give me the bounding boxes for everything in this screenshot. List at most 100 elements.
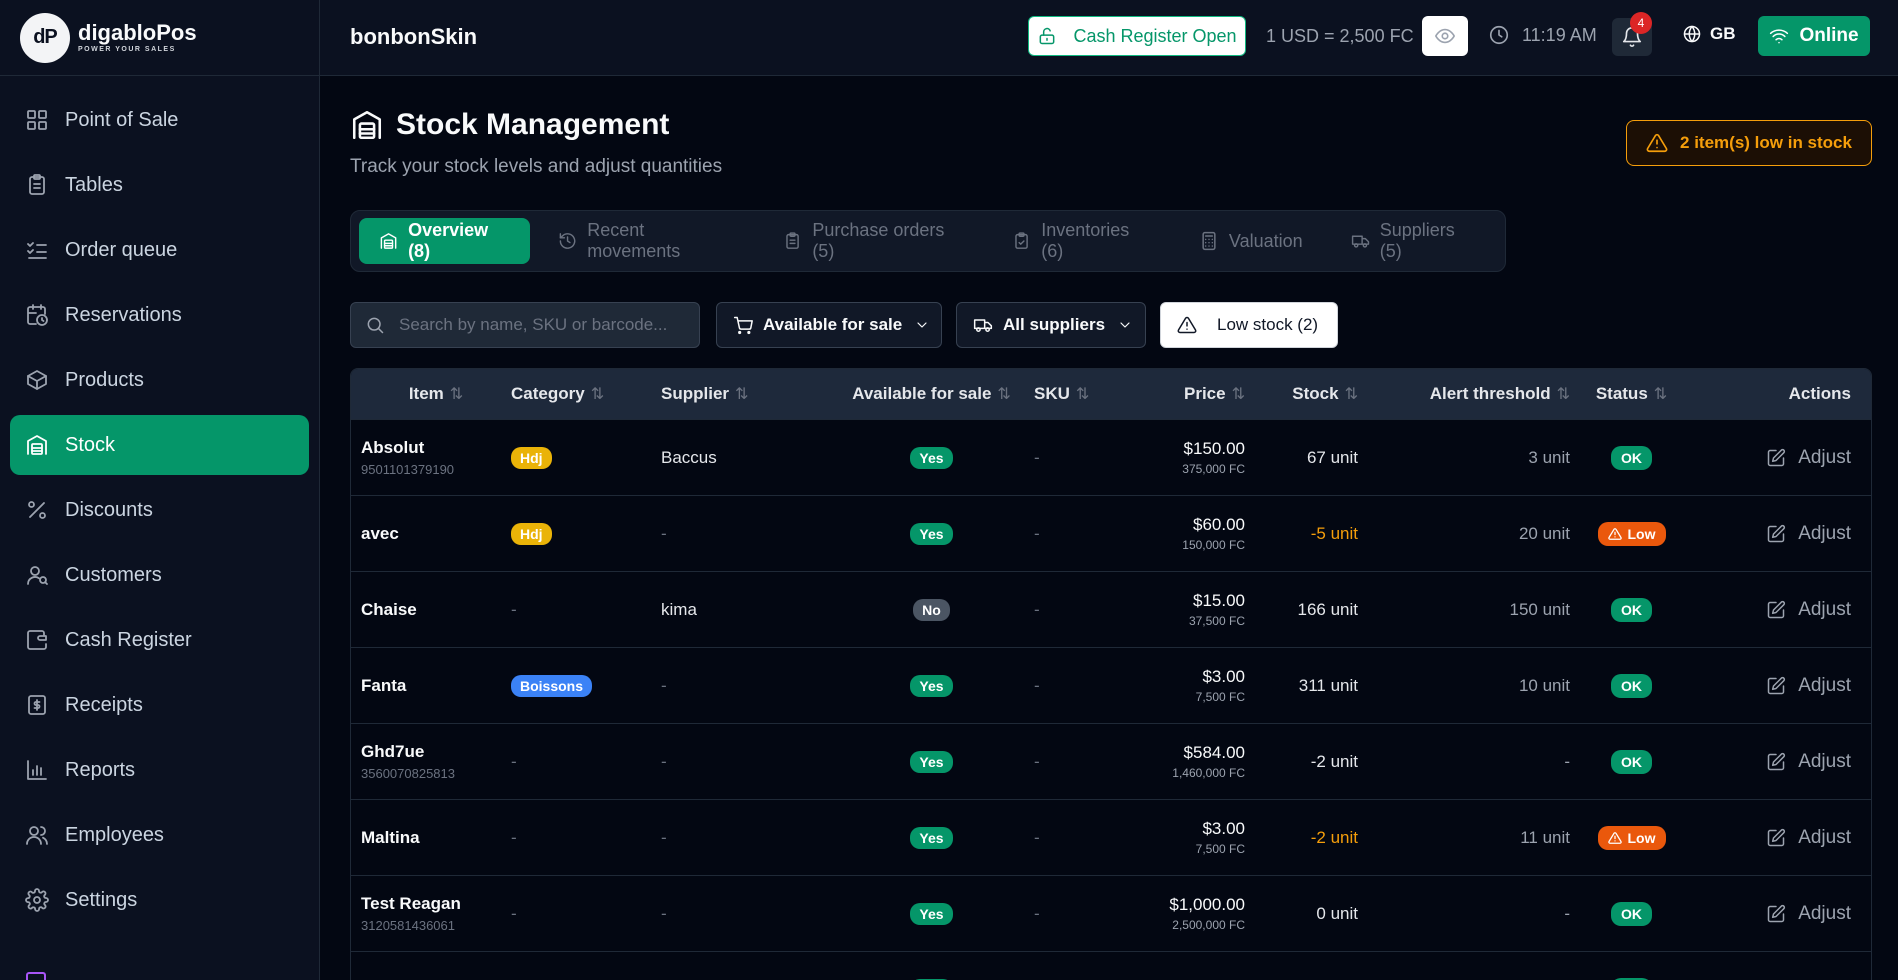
table-body: Absolut 9501101379190 Hdj Baccus Yes - $… [351,419,1871,980]
globe-icon [1682,24,1702,44]
sidebar-item-reports[interactable]: Reports [10,740,309,800]
sidebar-item-customers[interactable]: Customers [10,545,309,605]
column-header-item[interactable]: Item ⇅ [351,384,511,404]
tab-purchase-orders[interactable]: Purchase orders (5) [763,218,984,264]
sidebar-item-cash-register[interactable]: Cash Register [10,610,309,670]
actions-cell: Adjust [1693,903,1871,925]
sort-icon: ⇅ [1231,386,1245,403]
table-row[interactable]: Absolut 9501101379190 Hdj Baccus Yes - $… [351,419,1871,495]
availability-badge: Yes [910,750,953,773]
table-row[interactable]: Test Reagan 3120581436061 - - Yes - $1,0… [351,875,1871,951]
item-cell: Ghd7ue 3560070825813 [351,742,511,781]
table-row[interactable]: Yes $15.00 OK Adjust [351,951,1871,980]
brand-name: digabloPos [78,20,197,45]
sort-icon: ⇅ [1075,386,1090,403]
supplier-filter-dropdown[interactable]: All suppliers [956,302,1146,348]
tab-valuation[interactable]: Valuation [1179,218,1323,264]
price-usd: $15.00 [1193,591,1245,610]
adjust-button[interactable]: Adjust [1766,447,1851,469]
status-badge: OK [1611,749,1652,774]
notification-count-badge: 4 [1630,12,1652,34]
sort-icon: ⇅ [1653,386,1668,403]
price-usd: $584.00 [1183,743,1245,762]
supplier-name: kima [661,599,697,619]
sidebar-item-receipts[interactable]: Receipts [10,675,309,735]
status-cell: Low [1570,521,1693,546]
status-cell: OK [1570,749,1693,774]
price-fc: 7,500 FC [1195,690,1245,704]
availability-filter-dropdown[interactable]: Available for sale [716,302,942,348]
table-row[interactable]: Fanta Boissons - Yes - $3.00 7,500 FC 31… [351,647,1871,723]
status-label: Low [1627,829,1656,846]
supplier-name: Baccus [661,447,717,467]
tab-inventories[interactable]: Inventories (6) [992,218,1171,264]
table-row[interactable]: Ghd7ue 3560070825813 - - Yes - $584.00 1… [351,723,1871,799]
column-header-stock[interactable]: Stock ⇅ [1245,384,1358,404]
adjust-button[interactable]: Adjust [1766,751,1851,773]
sku-value: - [1034,447,1040,467]
alert-threshold-cell: 10 unit [1358,676,1570,696]
sidebar-item-reservations[interactable]: Reservations [10,285,309,345]
actions-cell: Adjust [1693,675,1871,697]
low-stock-alert-text: 2 item(s) low in stock [1680,133,1852,152]
item-name: Maltina [361,827,420,847]
page-title: Stock Management [350,108,669,142]
cash-register-status-button[interactable]: Cash Register Open [1028,16,1246,56]
supplier-cell: - [661,828,829,848]
sidebar-item-order-queue[interactable]: Order queue [10,220,309,280]
item-cell: Test Reagan 3120581436061 [351,894,511,933]
tab-recent-movements[interactable]: Recent movements [538,218,755,264]
user-icon [25,563,49,587]
low-stock-alert[interactable]: 2 item(s) low in stock [1626,120,1872,166]
sidebar-item-partial-icon[interactable] [26,972,46,980]
actions-cell: Adjust [1693,599,1871,621]
actions-cell: Adjust [1693,751,1871,773]
sidebar-item-point-of-sale[interactable]: Point of Sale [10,90,309,150]
column-header-price[interactable]: Price ⇅ [1094,384,1245,404]
availability-cell: Yes [829,750,1034,773]
table-row[interactable]: avec Hdj - Yes - $60.00 150,000 FC -5 un… [351,495,1871,571]
column-header-status[interactable]: Status ⇅ [1570,384,1693,404]
sidebar-item-products[interactable]: Products [10,350,309,410]
low-stock-filter-button[interactable]: Low stock (2) [1160,302,1338,348]
adjust-button[interactable]: Adjust [1766,903,1851,925]
column-header-alert-threshold[interactable]: Alert threshold ⇅ [1358,384,1570,404]
column-header-label: Alert threshold [1429,384,1551,403]
column-header-category[interactable]: Category ⇅ [511,384,661,404]
toggle-visibility-button[interactable] [1422,16,1468,56]
sidebar-item-settings[interactable]: Settings [10,870,309,930]
column-header-available[interactable]: Available for sale ⇅ [829,384,1034,404]
table-row[interactable]: Maltina - - Yes - $3.00 7,500 FC -2 unit… [351,799,1871,875]
sku-cell: - [1034,752,1094,772]
price-usd: $150.00 [1183,439,1245,458]
availability-cell: Yes [829,674,1034,697]
search-input[interactable] [399,315,679,335]
sku-value: - [1034,903,1040,923]
sidebar-item-label: Settings [65,888,138,911]
tab-suppliers[interactable]: Suppliers (5) [1331,218,1497,264]
adjust-button[interactable]: Adjust [1766,523,1851,545]
adjust-button[interactable]: Adjust [1766,599,1851,621]
sidebar-item-tables[interactable]: Tables [10,155,309,215]
language-switcher[interactable]: GB [1682,24,1736,44]
column-header-sku[interactable]: SKU ⇅ [1034,384,1094,404]
sidebar-item-employees[interactable]: Employees [10,805,309,865]
column-header-supplier[interactable]: Supplier ⇅ [661,384,829,404]
edit-icon [1766,448,1786,468]
adjust-button[interactable]: Adjust [1766,827,1851,849]
tab-overview[interactable]: Overview (8) [359,218,531,264]
sidebar-item-discounts[interactable]: Discounts [10,480,309,540]
online-status-button[interactable]: Online [1758,16,1870,56]
tab-label: Recent movements [587,220,681,261]
sku-value: - [1034,675,1040,695]
sidebar-item-label: Stock [65,433,116,456]
sidebar-item-label: Reservations [65,303,182,326]
sku-cell: - [1034,828,1094,848]
brand-logo[interactable]: dP digabloPos POWER YOUR SALES [0,0,319,76]
table-row[interactable]: Chaise - kima No - $15.00 37,500 FC 166 … [351,571,1871,647]
clipboard-icon [25,173,49,197]
status-cell: OK [1570,445,1693,470]
sidebar-item-stock[interactable]: Stock [10,415,309,475]
adjust-button[interactable]: Adjust [1766,675,1851,697]
column-header-label: Actions [1788,384,1851,403]
